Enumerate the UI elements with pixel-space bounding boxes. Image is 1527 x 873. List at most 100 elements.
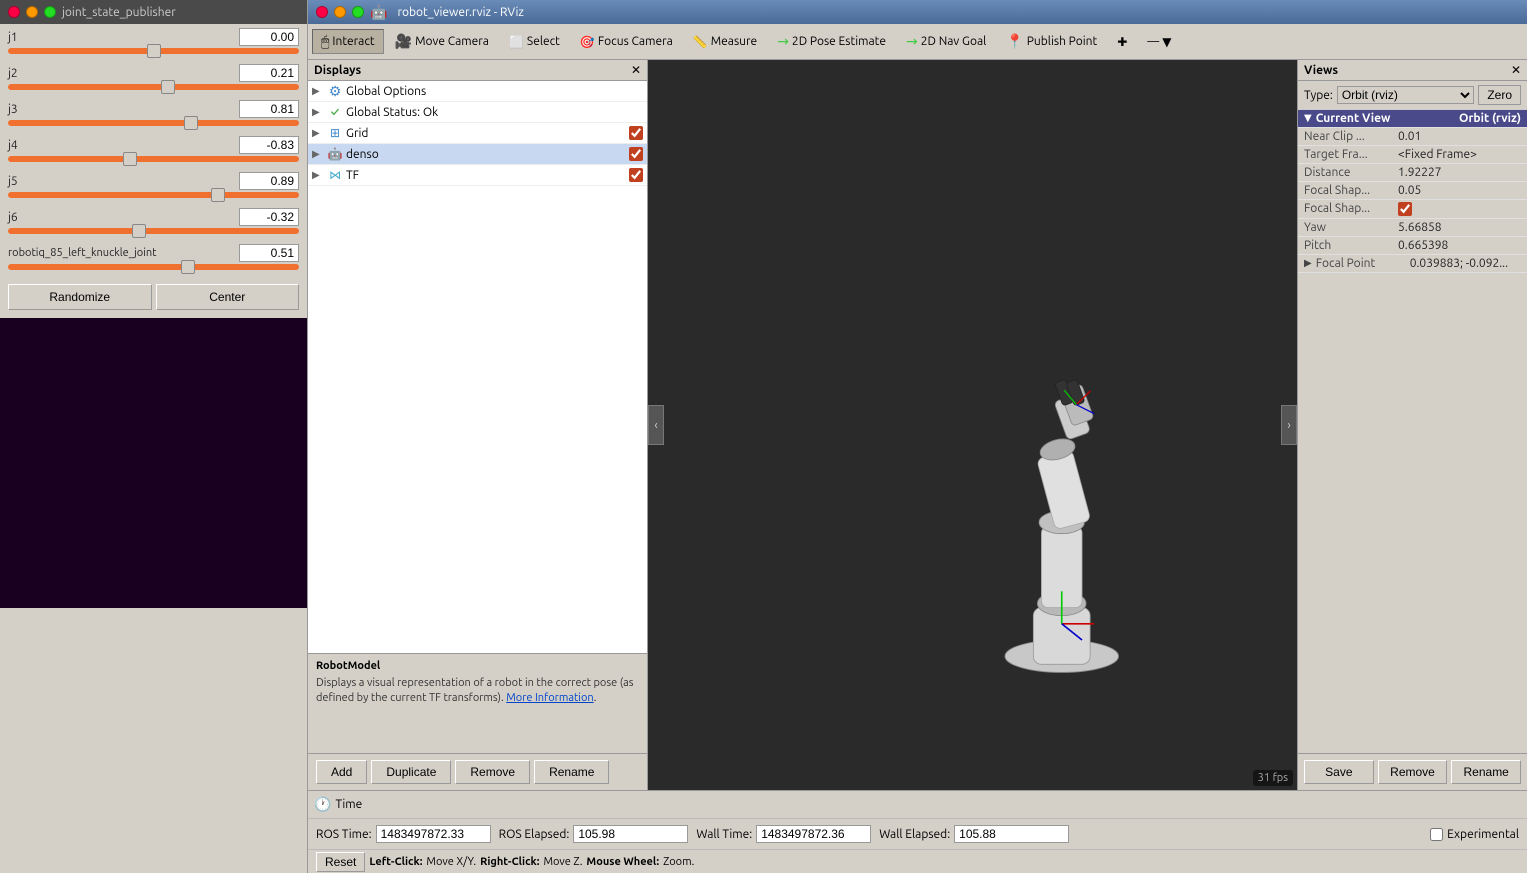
- wall-time-input[interactable]: [756, 825, 871, 843]
- views-type-label: Type:: [1304, 89, 1333, 102]
- wall-elapsed-label: Wall Elapsed:: [879, 828, 950, 841]
- experimental-row: Experimental: [1430, 828, 1519, 841]
- rename-view-button[interactable]: Rename: [1451, 760, 1521, 784]
- joint-value-j6[interactable]: [239, 208, 299, 226]
- tree-item-global-status[interactable]: ▶ ✓ Global Status: Ok: [308, 102, 647, 123]
- measure-button[interactable]: 📏 Measure: [684, 31, 766, 53]
- content-area: Displays ✕ ▶ ⚙ Global Options ▶ ✓ Global…: [308, 60, 1527, 790]
- joint-slider-j4[interactable]: [8, 156, 299, 162]
- displays-header: Displays ✕: [308, 60, 647, 81]
- rviz-max-btn[interactable]: [352, 6, 364, 18]
- joint-row: j3: [0, 96, 307, 126]
- views-type-select[interactable]: Orbit (rviz): [1337, 86, 1474, 104]
- tree-item-grid[interactable]: ▶ ⊞ Grid: [308, 123, 647, 144]
- move-camera-button[interactable]: 🎥 Move Camera: [386, 29, 498, 54]
- slider-thumb-j6[interactable]: [132, 224, 146, 238]
- add-display-button[interactable]: Add: [316, 760, 367, 784]
- displays-title: Displays: [314, 64, 361, 77]
- slider-thumb-j5[interactable]: [211, 188, 225, 202]
- reset-button[interactable]: Reset: [316, 852, 365, 872]
- joint-slider-j3[interactable]: [8, 120, 299, 126]
- focus-camera-button[interactable]: 🎯 Focus Camera: [571, 31, 682, 53]
- tf-checkbox[interactable]: [629, 168, 643, 182]
- rviz-close-btn[interactable]: [316, 6, 328, 18]
- rename-display-button[interactable]: Rename: [534, 760, 609, 784]
- slider-thumb-j3[interactable]: [184, 116, 198, 130]
- pose-estimate-button[interactable]: → 2D Pose Estimate: [768, 29, 895, 54]
- randomize-button[interactable]: Randomize: [8, 284, 152, 310]
- remove-view-button[interactable]: Remove: [1378, 760, 1448, 784]
- joint-value-j4[interactable]: [239, 136, 299, 154]
- right-click-hint-action: Move Z.: [543, 856, 582, 868]
- select-icon: ⬜: [509, 35, 524, 49]
- nav-goal-button[interactable]: → 2D Nav Goal: [897, 29, 995, 54]
- mouse-wheel-hint-label: Mouse Wheel:: [586, 856, 659, 868]
- info-period: .: [594, 692, 597, 704]
- min-btn-left[interactable]: [26, 6, 38, 18]
- ros-elapsed-input[interactable]: [573, 825, 688, 843]
- joint-slider-j5[interactable]: [8, 192, 299, 198]
- center-button[interactable]: Center: [156, 284, 300, 310]
- experimental-checkbox[interactable]: [1430, 828, 1443, 841]
- viewport[interactable]: ‹ › 31 fps: [648, 60, 1297, 790]
- remove-display-button[interactable]: Remove: [455, 760, 530, 784]
- move-camera-icon: 🎥: [395, 33, 412, 50]
- nav-goal-label: 2D Nav Goal: [921, 35, 987, 48]
- save-view-button[interactable]: Save: [1304, 760, 1374, 784]
- joint-slider-j6[interactable]: [8, 228, 299, 234]
- views-buttons: Save Remove Rename: [1298, 753, 1527, 790]
- wall-elapsed-input[interactable]: [954, 825, 1069, 843]
- interact-icon: 🖱: [321, 33, 329, 50]
- tool-options-button[interactable]: — ▼: [1138, 31, 1180, 53]
- focal-shape1-key: Focal Shap...: [1304, 184, 1394, 197]
- ros-elapsed-label: ROS Elapsed:: [499, 828, 570, 841]
- add-tool-button[interactable]: ✚: [1108, 31, 1136, 53]
- joint-value-robotiq[interactable]: [239, 244, 299, 262]
- focal-shape-checkbox[interactable]: [1398, 202, 1412, 216]
- collapse-left-button[interactable]: ‹: [648, 405, 664, 445]
- info-link[interactable]: More Information: [506, 692, 593, 704]
- ros-time-input[interactable]: [376, 825, 491, 843]
- tree-arrow: ▶: [312, 106, 324, 118]
- denso-checkbox[interactable]: [629, 147, 643, 161]
- rviz-min-btn[interactable]: [334, 6, 346, 18]
- views-prop-pitch: Pitch 0.665398: [1298, 237, 1527, 255]
- zero-button[interactable]: Zero: [1478, 85, 1521, 105]
- close-btn-left[interactable]: [8, 6, 20, 18]
- joint-label-j4: j4: [8, 139, 18, 152]
- max-btn-left[interactable]: [44, 6, 56, 18]
- joint-slider-j1[interactable]: [8, 48, 299, 54]
- slider-thumb-j4[interactable]: [123, 152, 137, 166]
- joint-slider-robotiq[interactable]: [8, 264, 299, 270]
- views-close-icon[interactable]: ✕: [1511, 63, 1521, 77]
- tf-icon: ⋈: [327, 167, 343, 183]
- time-label: Time: [335, 798, 362, 811]
- distance-val: 1.92227: [1398, 166, 1442, 179]
- duplicate-display-button[interactable]: Duplicate: [371, 760, 451, 784]
- display-buttons: Add Duplicate Remove Rename: [308, 753, 647, 790]
- left-click-hint-action: Move X/Y.: [426, 856, 476, 868]
- target-frame-val: <Fixed Frame>: [1398, 148, 1477, 161]
- publish-point-button[interactable]: 📍 Publish Point: [997, 29, 1106, 54]
- displays-close-icon[interactable]: ✕: [631, 63, 641, 77]
- joint-value-j2[interactable]: [239, 64, 299, 82]
- interact-label: Interact: [332, 35, 374, 48]
- select-button[interactable]: ⬜ Select: [500, 31, 569, 53]
- tree-item-denso[interactable]: ▶ 🤖 denso: [308, 144, 647, 165]
- joint-value-j3[interactable]: [239, 100, 299, 118]
- joint-slider-j2[interactable]: [8, 84, 299, 90]
- slider-thumb-j1[interactable]: [147, 44, 161, 58]
- joint-value-j1[interactable]: [239, 28, 299, 46]
- toolbar: 🖱 Interact 🎥 Move Camera ⬜ Select 🎯 Focu…: [308, 24, 1527, 60]
- collapse-right-button[interactable]: ›: [1281, 405, 1297, 445]
- pose-estimate-label: 2D Pose Estimate: [792, 35, 886, 48]
- measure-icon: 📏: [693, 35, 708, 49]
- slider-thumb-robotiq[interactable]: [181, 260, 195, 274]
- slider-thumb-j2[interactable]: [161, 80, 175, 94]
- pitch-val: 0.665398: [1398, 239, 1448, 252]
- tree-item-global-options[interactable]: ▶ ⚙ Global Options: [308, 81, 647, 102]
- interact-button[interactable]: 🖱 Interact: [312, 29, 384, 54]
- joint-value-j5[interactable]: [239, 172, 299, 190]
- grid-checkbox[interactable]: [629, 126, 643, 140]
- tree-item-tf[interactable]: ▶ ⋈ TF: [308, 165, 647, 186]
